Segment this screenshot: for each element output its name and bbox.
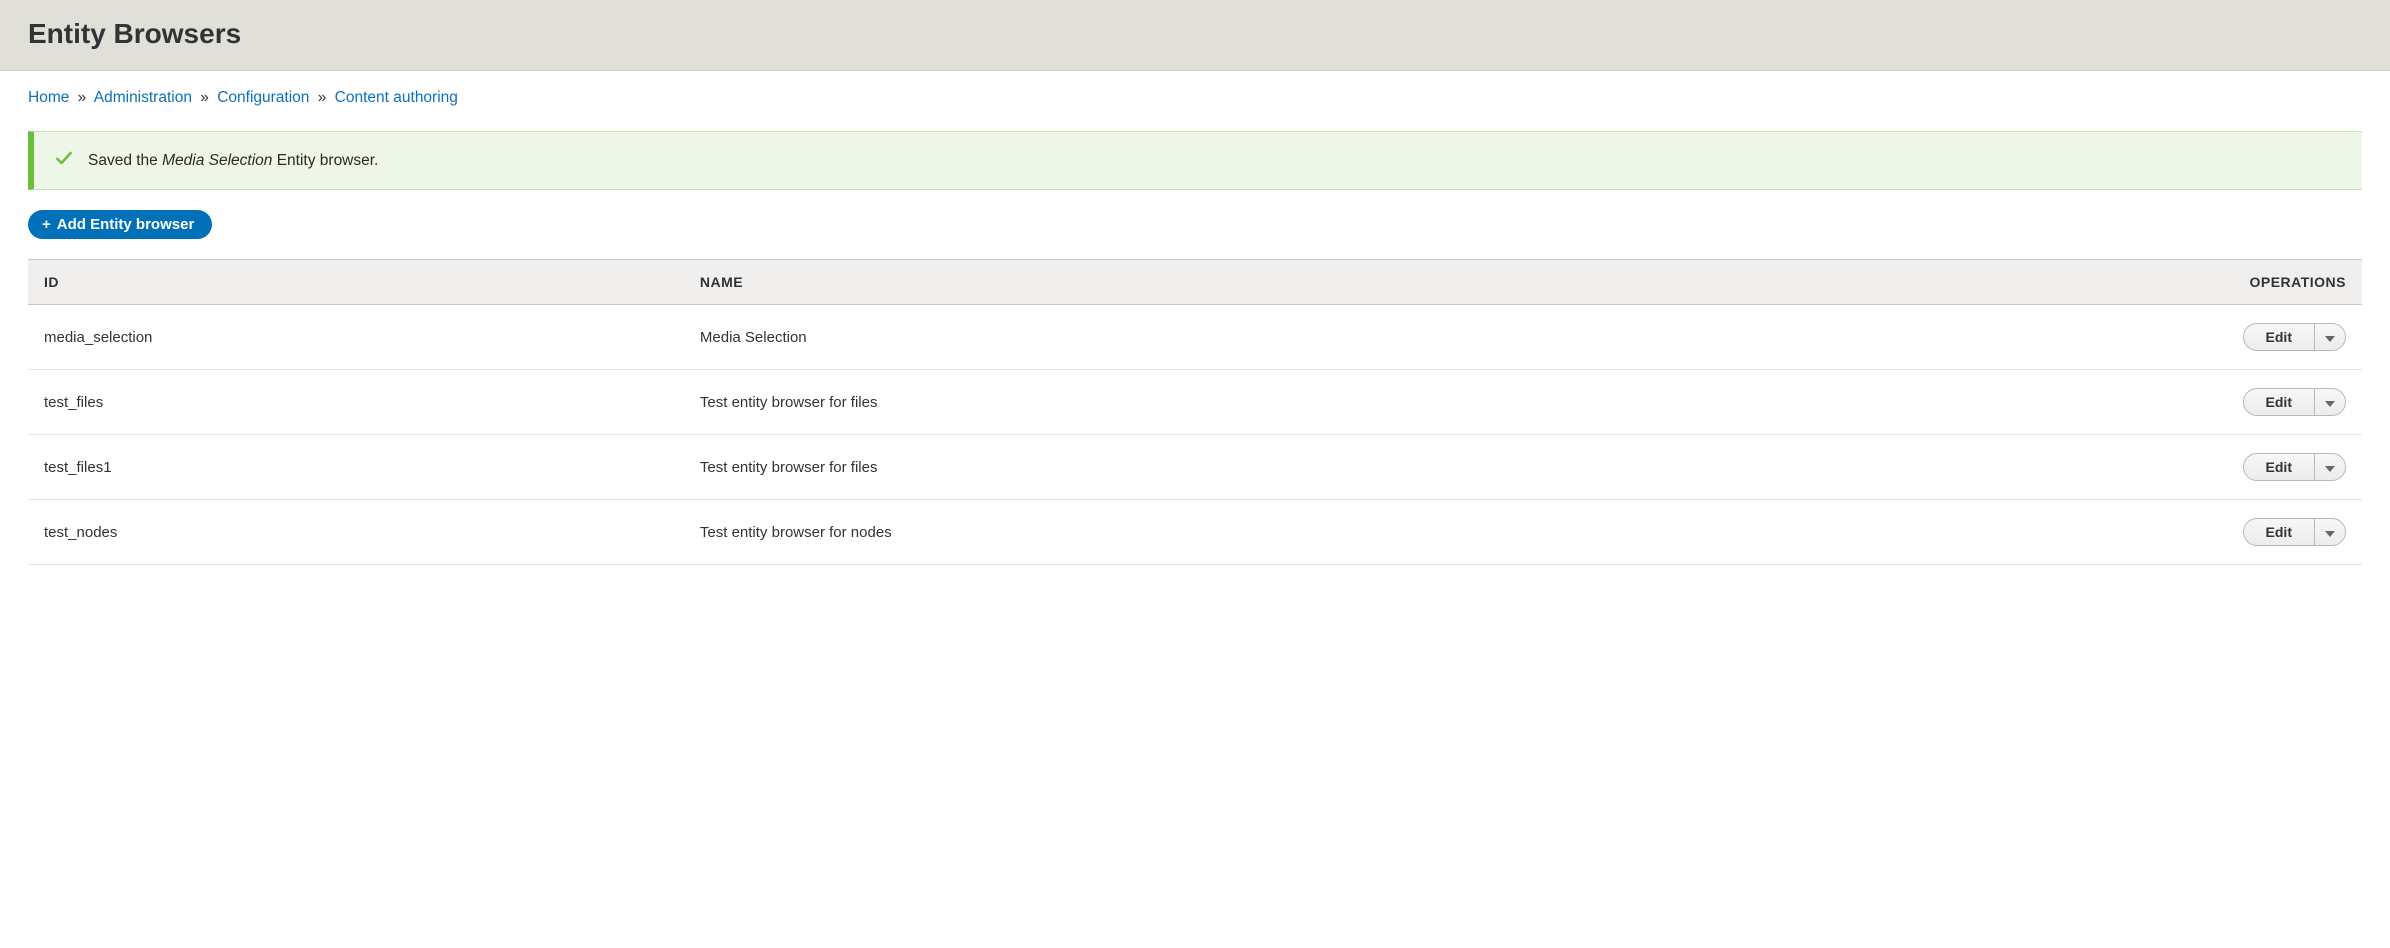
cell-operations: Edit xyxy=(1729,305,2362,370)
checkmark-icon xyxy=(54,148,74,173)
cell-operations: Edit xyxy=(1729,500,2362,565)
edit-button[interactable]: Edit xyxy=(2244,519,2315,545)
table-row: test_files1 Test entity browser for file… xyxy=(28,435,2362,500)
cell-name: Test entity browser for files xyxy=(684,435,1729,500)
status-message: Saved the Media Selection Entity browser… xyxy=(28,131,2362,190)
edit-button[interactable]: Edit xyxy=(2244,324,2315,350)
cell-id: test_files xyxy=(28,370,684,435)
cell-name: Test entity browser for nodes xyxy=(684,500,1729,565)
cell-id: test_files1 xyxy=(28,435,684,500)
add-entity-browser-button[interactable]: + Add Entity browser xyxy=(28,210,212,239)
caret-down-icon xyxy=(2325,525,2335,540)
page-title: Entity Browsers xyxy=(28,18,2362,50)
breadcrumb-link-home[interactable]: Home xyxy=(28,89,69,106)
breadcrumb-separator: » xyxy=(318,89,327,106)
table-row: test_nodes Test entity browser for nodes… xyxy=(28,500,2362,565)
table-header-row: ID NAME OPERATIONS xyxy=(28,260,2362,305)
cell-id: media_selection xyxy=(28,305,684,370)
operations-dropbutton: Edit xyxy=(2243,323,2346,351)
breadcrumb-link-administration[interactable]: Administration xyxy=(94,89,192,106)
cell-name: Test entity browser for files xyxy=(684,370,1729,435)
breadcrumb-separator: » xyxy=(200,89,209,106)
column-header-operations: OPERATIONS xyxy=(1729,260,2362,305)
breadcrumb-link-content-authoring[interactable]: Content authoring xyxy=(335,89,458,106)
plus-icon: + xyxy=(42,216,51,233)
edit-button[interactable]: Edit xyxy=(2244,454,2315,480)
table-row: test_files Test entity browser for files… xyxy=(28,370,2362,435)
caret-down-icon xyxy=(2325,330,2335,345)
header-bar: Entity Browsers xyxy=(0,0,2390,71)
operations-toggle[interactable] xyxy=(2315,454,2345,480)
operations-dropbutton: Edit xyxy=(2243,518,2346,546)
breadcrumb-link-configuration[interactable]: Configuration xyxy=(217,89,309,106)
operations-toggle[interactable] xyxy=(2315,389,2345,415)
cell-id: test_nodes xyxy=(28,500,684,565)
edit-button[interactable]: Edit xyxy=(2244,389,2315,415)
entity-browser-table: ID NAME OPERATIONS media_selection Media… xyxy=(28,259,2362,565)
cell-operations: Edit xyxy=(1729,435,2362,500)
table-row: media_selection Media Selection Edit xyxy=(28,305,2362,370)
column-header-name: NAME xyxy=(684,260,1729,305)
breadcrumb: Home » Administration » Configuration » … xyxy=(28,89,2362,107)
content-region: Home » Administration » Configuration » … xyxy=(0,71,2390,605)
column-header-id: ID xyxy=(28,260,684,305)
add-button-label: Add Entity browser xyxy=(57,216,195,233)
operations-toggle[interactable] xyxy=(2315,324,2345,350)
operations-dropbutton: Edit xyxy=(2243,453,2346,481)
cell-name: Media Selection xyxy=(684,305,1729,370)
message-suffix: Entity browser. xyxy=(272,152,378,169)
message-emphasis: Media Selection xyxy=(162,152,272,169)
operations-dropbutton: Edit xyxy=(2243,388,2346,416)
cell-operations: Edit xyxy=(1729,370,2362,435)
status-message-text: Saved the Media Selection Entity browser… xyxy=(88,152,378,170)
operations-toggle[interactable] xyxy=(2315,519,2345,545)
breadcrumb-separator: » xyxy=(78,89,87,106)
message-prefix: Saved the xyxy=(88,152,162,169)
caret-down-icon xyxy=(2325,395,2335,410)
caret-down-icon xyxy=(2325,460,2335,475)
